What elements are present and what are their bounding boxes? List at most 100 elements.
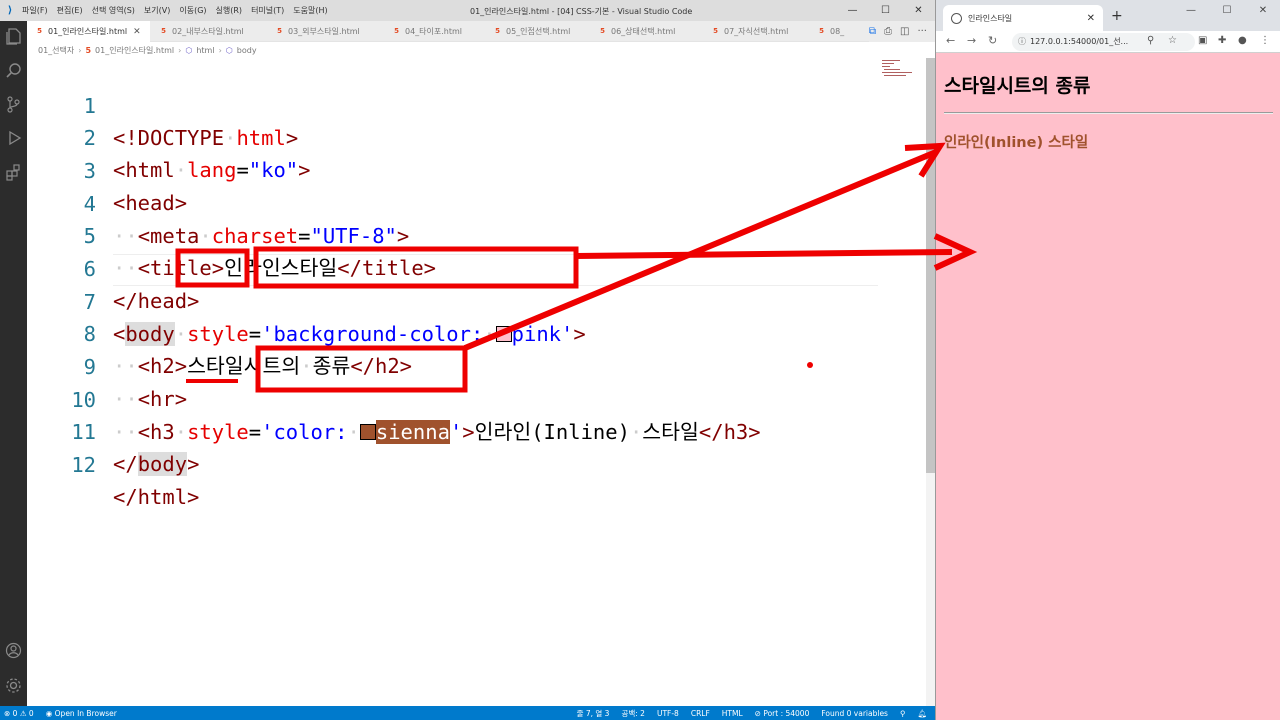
- close-icon[interactable]: ✕: [902, 0, 935, 21]
- browser-page: 스타일시트의 종류 인라인(Inline) 스타일: [936, 53, 1280, 720]
- notifications-bell-icon[interactable]: 🔔︎: [917, 709, 927, 718]
- code-line: 4 ··<meta·charset="UTF-8">: [27, 156, 927, 248]
- live-server-port[interactable]: ⊘ Port : 54000: [755, 709, 810, 718]
- open-in-browser-button[interactable]: ◉ Open In Browser: [46, 709, 117, 718]
- kebab-menu-icon[interactable]: ⋮: [1260, 35, 1270, 46]
- html-file-icon: 5: [37, 27, 42, 35]
- more-actions-icon[interactable]: ···: [917, 26, 927, 37]
- breadcrumb-body[interactable]: body: [237, 46, 257, 55]
- source-control-icon[interactable]: [4, 95, 23, 114]
- html-file-icon: 5: [394, 27, 399, 35]
- window-title: 01_인라인스타일.html - [04] CSS-기본 - Visual St…: [470, 7, 693, 16]
- menu-view[interactable]: 보기(V): [144, 5, 170, 16]
- vscode-logo-icon: ⟩: [7, 5, 13, 16]
- zoom-icon[interactable]: ⚲: [1147, 35, 1154, 46]
- forward-arrow-icon[interactable]: →: [967, 34, 976, 47]
- menu-selection[interactable]: 선택 영역(S): [92, 5, 135, 16]
- feedback-icon[interactable]: ⚲: [900, 709, 906, 718]
- close-icon[interactable]: ✕: [1245, 0, 1280, 24]
- close-tab-icon[interactable]: ✕: [133, 27, 141, 37]
- html-file-icon: 5: [495, 27, 500, 35]
- tab-06[interactable]: 5 06_상태선택.html: [590, 21, 675, 42]
- browser-tab[interactable]: 인라인스타일 ✕: [943, 5, 1103, 31]
- breadcrumb: 01_선택자 › 5 01_인라인스타일.html › ⬡ html › ⬡ b…: [27, 42, 935, 58]
- scrollbar-thumb[interactable]: [926, 58, 935, 473]
- print-icon[interactable]: ⎙: [884, 26, 892, 37]
- minimize-icon[interactable]: —: [1173, 0, 1209, 24]
- reload-icon[interactable]: ↻: [988, 34, 997, 47]
- activity-bar: [0, 21, 27, 706]
- split-editor-icon[interactable]: ◫: [900, 26, 909, 37]
- code-line: 11 </body>: [27, 384, 927, 476]
- element-cube-icon: ⬡: [225, 45, 233, 55]
- html-file-icon: 5: [277, 27, 282, 35]
- code-line: 12 </html>: [27, 417, 927, 509]
- maximize-icon[interactable]: ☐: [1209, 0, 1245, 24]
- vscode-window: ⟩ 파일(F) 편집(E) 선택 영역(S) 보기(V) 이동(G) 실행(R)…: [0, 0, 935, 720]
- encoding[interactable]: UTF-8: [657, 709, 679, 718]
- language-mode[interactable]: HTML: [722, 709, 743, 718]
- new-tab-plus-icon[interactable]: +: [1111, 8, 1123, 24]
- menu-edit[interactable]: 편집(E): [57, 5, 83, 16]
- explorer-icon[interactable]: [4, 27, 23, 46]
- editor-scrollbar[interactable]: [926, 58, 935, 706]
- code-token: </html>: [113, 485, 200, 509]
- tab-02[interactable]: 5 02_내부스타일.html: [151, 21, 244, 42]
- profile-avatar-icon[interactable]: ●: [1238, 35, 1247, 46]
- breadcrumb-file[interactable]: 01_인라인스타일.html: [95, 45, 174, 56]
- maximize-icon[interactable]: ☐: [869, 0, 902, 21]
- back-arrow-icon[interactable]: ←: [946, 34, 955, 47]
- tab-label: 08_: [830, 27, 845, 36]
- info-icon[interactable]: ⓘ: [1018, 33, 1026, 51]
- minimap[interactable]: [880, 58, 924, 78]
- tab-label: 01_인라인스타일.html: [48, 27, 128, 36]
- run-debug-icon[interactable]: [4, 129, 23, 148]
- globe-icon: [951, 12, 962, 24]
- tab-label: 06_상태선택.html: [611, 27, 676, 36]
- code-line: 1 <!DOCTYPE·html>: [27, 58, 927, 150]
- minimize-icon[interactable]: —: [836, 0, 869, 21]
- tab-05[interactable]: 5 05_인접선택.html: [485, 21, 570, 42]
- code-line: 9 ··<hr>: [27, 319, 927, 411]
- menu-terminal[interactable]: 터미널(T): [251, 5, 284, 16]
- tab-03[interactable]: 5 03_외부스타일.html: [267, 21, 360, 42]
- close-tab-icon[interactable]: ✕: [1087, 13, 1095, 24]
- menu-help[interactable]: 도움말(H): [293, 5, 327, 16]
- settings-gear-icon[interactable]: [4, 676, 23, 695]
- menu-run[interactable]: 실행(R): [216, 5, 243, 16]
- browser-window: 인라인스타일 ✕ + — ☐ ✕ ← → ↻ ⓘ 127.0.0.1:54000…: [935, 0, 1280, 720]
- tab-08[interactable]: 5 08_: [809, 21, 844, 42]
- code-line: 8 ··<h2>스타일시트의·종류</h2>: [27, 286, 927, 378]
- code-line: 5 ··<title>인라인스타일</title>: [27, 188, 927, 280]
- chevron-right-icon: ›: [78, 45, 82, 55]
- tab-07[interactable]: 5 07_자식선택.html: [703, 21, 788, 42]
- status-bar: ⊗ 0 ⚠ 0 ◉ Open In Browser 줄 7, 열 3 공백: 2…: [0, 706, 935, 720]
- tab-label: 02_내부스타일.html: [172, 27, 244, 36]
- breadcrumb-html[interactable]: html: [196, 46, 214, 55]
- extension-icon[interactable]: ▣: [1198, 35, 1207, 46]
- search-icon[interactable]: [4, 61, 23, 80]
- code-line: 3 <head>: [27, 123, 927, 215]
- tab-01[interactable]: 5 01_인라인스타일.html ✕: [27, 21, 150, 42]
- menu-bar: 파일(F) 편집(E) 선택 영역(S) 보기(V) 이동(G) 실행(R) 터…: [22, 5, 328, 16]
- indentation[interactable]: 공백: 2: [621, 708, 644, 719]
- puzzle-extensions-icon[interactable]: ✚: [1218, 35, 1226, 46]
- tab-04[interactable]: 5 04_타이포.html: [384, 21, 462, 42]
- browser-tab-strip: 인라인스타일 ✕ + — ☐ ✕: [936, 0, 1280, 31]
- extensions-icon[interactable]: [4, 163, 23, 182]
- window-controls: — ☐ ✕: [836, 0, 935, 21]
- menu-file[interactable]: 파일(F): [22, 5, 48, 16]
- title-bar: ⟩ 파일(F) 편집(E) 선택 영역(S) 보기(V) 이동(G) 실행(R)…: [0, 0, 935, 21]
- html-file-icon: 5: [713, 27, 718, 35]
- account-icon[interactable]: [4, 641, 23, 660]
- end-of-line[interactable]: CRLF: [691, 709, 710, 718]
- cursor-position[interactable]: 줄 7, 열 3: [577, 708, 610, 719]
- breadcrumb-folder[interactable]: 01_선택자: [38, 45, 74, 56]
- open-preview-icon[interactable]: ⧉: [869, 26, 876, 37]
- code-line: 7 <body·style='background-color:· pink'>: [27, 254, 927, 346]
- variables-status[interactable]: Found 0 variables: [821, 709, 888, 718]
- problems-indicator[interactable]: ⊗ 0 ⚠ 0: [4, 709, 34, 718]
- code-editor[interactable]: 1 <!DOCTYPE·html> 2 <html·lang="ko"> 3 <…: [27, 58, 935, 706]
- menu-go[interactable]: 이동(G): [179, 5, 206, 16]
- bookmark-star-icon[interactable]: ☆: [1168, 35, 1177, 46]
